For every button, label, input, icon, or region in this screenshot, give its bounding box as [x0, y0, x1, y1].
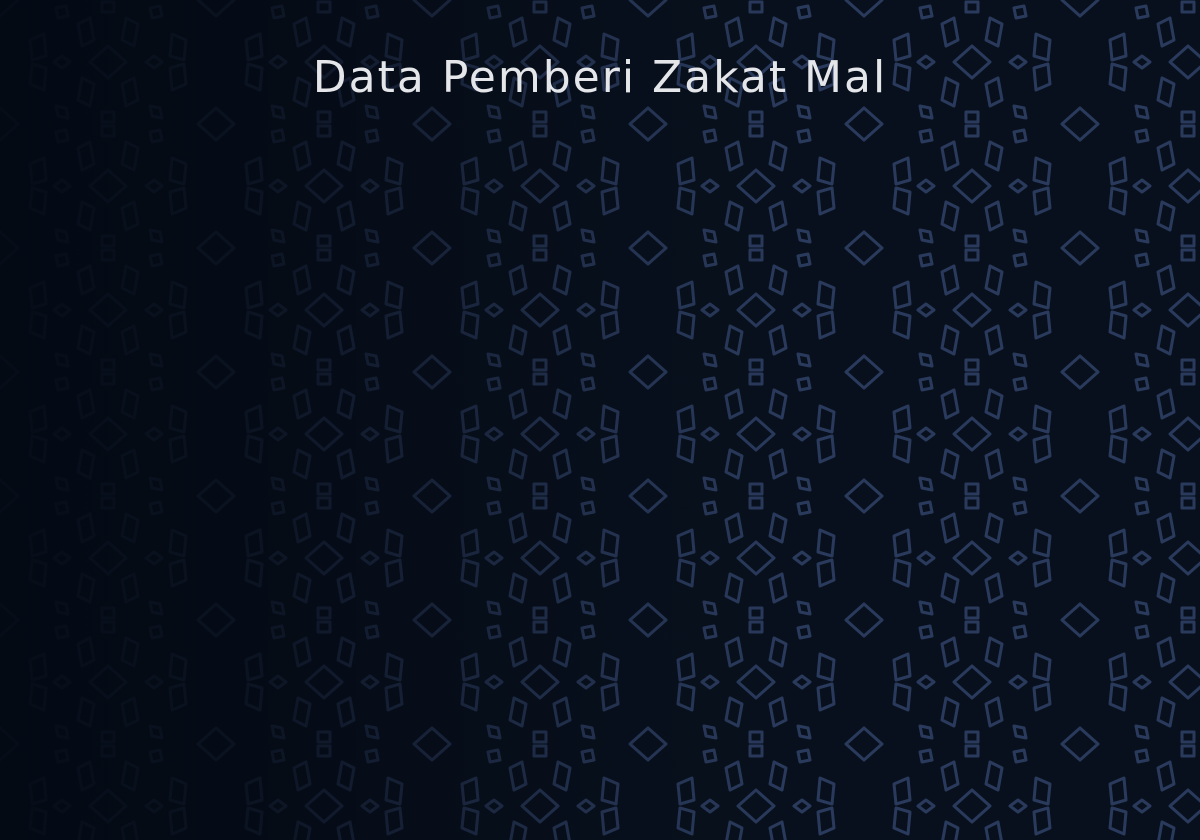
page-screen: Data Pemberi Zakat Mal — [0, 0, 1200, 840]
background-geometric-pattern — [0, 0, 1200, 840]
page-title: Data Pemberi Zakat Mal — [312, 52, 888, 103]
